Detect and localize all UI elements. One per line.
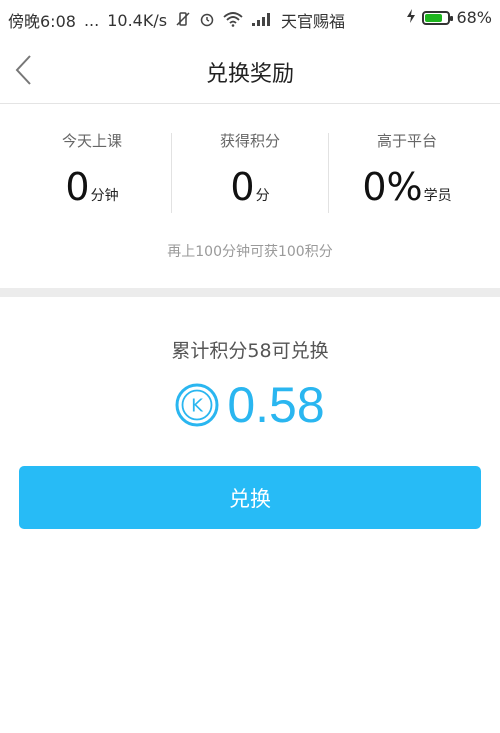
status-time: 傍晚6:08: [8, 12, 76, 31]
status-left: 傍晚6:08 ... 10.4K/s 天官赐福: [8, 8, 345, 32]
points-hint: 再上100分钟可获100积分: [167, 244, 333, 260]
stat-class-minutes: 今天上课 0 分钟: [17, 130, 167, 214]
stat-value-row: 0% 学员: [332, 167, 482, 207]
stat-label: 获得积分: [219, 132, 280, 150]
exchange-amount-row: K 0.58: [0, 378, 500, 432]
wifi-icon: [223, 11, 243, 30]
alarm-icon: [199, 11, 215, 30]
status-bar: 傍晚6:08 ... 10.4K/s 天官赐福 68%: [0, 0, 500, 36]
stat-value: 0: [230, 165, 255, 209]
stat-value-row: 0 分: [175, 167, 325, 207]
stat-label: 今天上课: [61, 132, 122, 150]
stat-label: 高于平台: [376, 132, 437, 150]
stat-value: 0%: [362, 165, 423, 209]
exchange-button[interactable]: 兑换: [19, 466, 481, 529]
stat-unit: 分: [255, 188, 270, 204]
vibrate-off-icon: [175, 11, 191, 30]
divider: [171, 133, 172, 213]
status-right: 68%: [406, 8, 492, 27]
battery-icon: [422, 10, 454, 25]
charging-icon: [406, 8, 416, 27]
carrier-name: 天官赐福: [281, 12, 346, 31]
page-title: 兑换奖励: [205, 62, 294, 87]
divider: [328, 133, 329, 213]
k-coin-icon: K: [175, 383, 219, 427]
network-speed: 10.4K/s: [107, 10, 168, 30]
battery-level: [425, 13, 442, 22]
exchange-amount: 0.58: [227, 377, 325, 433]
battery-percent: 68%: [456, 8, 492, 27]
status-dots: ...: [83, 10, 100, 30]
stat-unit: 分钟: [90, 188, 119, 204]
stat-unit: 学员: [423, 188, 452, 204]
stats-panel: 今天上课 0 分钟 获得积分 0 分 高于平台 0% 学员 再上100分钟可获1…: [0, 105, 500, 288]
signal-icon: [251, 11, 273, 30]
stat-percentile: 高于平台 0% 学员: [332, 130, 482, 214]
title-bar: 兑换奖励: [0, 36, 500, 104]
k-coin-letter: K: [191, 396, 204, 417]
stat-value-row: 0 分钟: [17, 167, 167, 207]
section-separator: [0, 288, 500, 297]
stat-points-earned: 获得积分 0 分: [175, 130, 325, 214]
stat-value: 0: [65, 165, 90, 209]
points-summary: 累计积分58可兑换: [171, 340, 329, 362]
